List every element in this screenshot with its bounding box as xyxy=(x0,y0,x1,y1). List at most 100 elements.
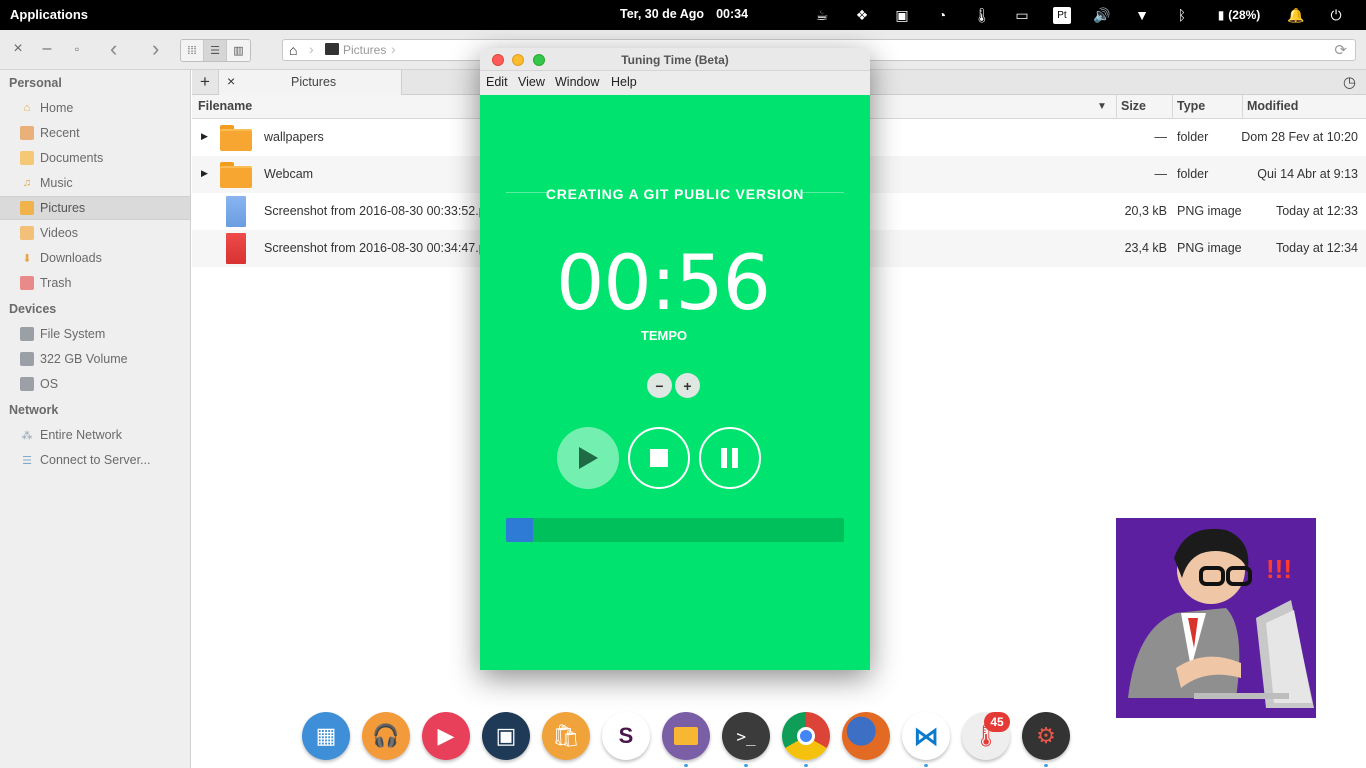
list-view-button[interactable]: ☰ xyxy=(204,40,227,61)
dock-item-music[interactable]: 🎧 xyxy=(356,706,416,768)
dock: ▦ 🎧 ▶ ▣ 🛍 S >_ ⋈ 🌡 45 ⚙ xyxy=(296,706,1076,768)
sidebar-item-file-system[interactable]: File System xyxy=(0,322,190,346)
keyboard-layout-indicator[interactable]: Pt xyxy=(1042,0,1082,30)
menu-help[interactable]: Help xyxy=(611,75,637,89)
sidebar-item-music[interactable]: ♫ Music xyxy=(0,171,190,195)
dock-item-files[interactable] xyxy=(656,706,716,768)
dock-item-videos[interactable]: ▶ xyxy=(416,706,476,768)
sidebar-item-connect-server[interactable]: ☰ Connect to Server... xyxy=(0,448,190,472)
home-icon: ⌂ xyxy=(23,102,31,114)
file-size: — xyxy=(1154,167,1168,181)
dock-item-vscode[interactable]: ⋈ xyxy=(896,706,956,768)
sidebar-heading-devices: Devices xyxy=(9,302,57,316)
folder-icon xyxy=(220,125,252,151)
expand-arrow-icon[interactable]: ▶ xyxy=(201,131,208,142)
menu-window[interactable]: Window xyxy=(555,75,599,89)
firefox-icon xyxy=(842,712,890,760)
notifications-icon[interactable]: 🔔 xyxy=(1276,0,1316,30)
thermometer-icon[interactable]: 🌡 xyxy=(962,0,1002,30)
svg-text:!!!: !!! xyxy=(1266,554,1292,584)
cpu-icon[interactable]: ▣ xyxy=(882,0,922,30)
expand-arrow-icon[interactable]: ▶ xyxy=(201,168,208,179)
wifi-icon[interactable]: ▼ xyxy=(1122,0,1162,30)
power-icon[interactable]: ⏻ xyxy=(1316,0,1356,30)
dock-item-app-center[interactable]: 🛍 xyxy=(536,706,596,768)
desktop-sticker-image: !!! xyxy=(1116,518,1316,718)
sidebar-item-entire-network[interactable]: ⁂ Entire Network xyxy=(0,423,190,447)
path-separator: › xyxy=(391,41,396,57)
decrease-time-button[interactable]: − xyxy=(647,373,672,398)
drive-icon xyxy=(20,352,34,366)
dock-item-firefox[interactable] xyxy=(836,706,896,768)
coffee-icon[interactable]: ☕ xyxy=(802,0,842,30)
wifi-hotspot-icon[interactable]: ◔ xyxy=(922,0,962,30)
dock-item-multitasking[interactable]: ▦ xyxy=(296,706,356,768)
forward-button[interactable]: › xyxy=(152,36,159,62)
sidebar: Personal ⌂ Home Recent Documents ♫ Music P… xyxy=(0,70,191,768)
running-indicator xyxy=(924,764,928,767)
tab-pictures[interactable]: × Pictures xyxy=(218,70,402,95)
sidebar-item-label: Entire Network xyxy=(40,428,122,442)
menu-edit[interactable]: Edit xyxy=(486,75,508,89)
column-view-button[interactable]: ▥ xyxy=(227,40,250,61)
column-divider xyxy=(1242,95,1243,119)
reload-icon[interactable]: ⟳ xyxy=(1334,41,1347,59)
file-modified: Today at 12:33 xyxy=(1275,204,1358,218)
vscode-icon: ⋈ xyxy=(902,712,950,760)
sidebar-item-documents[interactable]: Documents xyxy=(0,146,190,170)
sidebar-item-recent[interactable]: Recent xyxy=(0,121,190,145)
sidebar-item-label: Recent xyxy=(40,126,80,140)
play-button[interactable] xyxy=(557,427,619,489)
applications-menu[interactable]: Applications xyxy=(10,7,88,22)
task-name[interactable]: CREATING A GIT PUBLIC VERSION xyxy=(480,186,870,202)
server-icon: ☰ xyxy=(22,454,32,467)
dock-item-settings[interactable]: ⚙ xyxy=(1016,706,1076,768)
home-icon[interactable]: ⌂ xyxy=(289,42,297,58)
dock-item-system-monitor[interactable]: 🌡 45 xyxy=(956,706,1016,768)
sidebar-item-pictures[interactable]: Pictures xyxy=(0,196,190,220)
history-icon[interactable]: ◷ xyxy=(1343,73,1356,91)
sidebar-item-home[interactable]: ⌂ Home xyxy=(0,96,190,120)
sidebar-item-volume[interactable]: 322 GB Volume xyxy=(0,347,190,371)
sidebar-item-downloads[interactable]: ⬇ Downloads xyxy=(0,246,190,270)
sidebar-item-videos[interactable]: Videos xyxy=(0,221,190,245)
sort-descending-icon[interactable]: ▼ xyxy=(1097,101,1107,112)
close-window-icon[interactable]: × xyxy=(8,40,28,58)
column-divider xyxy=(1116,95,1117,119)
multitasking-icon: ▦ xyxy=(302,712,350,760)
maximize-window-icon[interactable]: ▫ xyxy=(67,42,87,56)
back-button[interactable]: ‹ xyxy=(110,36,117,62)
bluetooth-icon[interactable]: ᛒ xyxy=(1162,0,1202,30)
sidebar-item-os[interactable]: OS xyxy=(0,372,190,396)
file-size: 20,3 kB xyxy=(1124,204,1167,218)
dock-item-photos[interactable]: ▣ xyxy=(476,706,536,768)
pause-button[interactable] xyxy=(699,427,761,489)
minimize-window-icon[interactable]: – xyxy=(37,40,57,58)
dropbox-icon[interactable]: ❖ xyxy=(842,0,882,30)
close-tab-icon[interactable]: × xyxy=(227,73,235,89)
clock[interactable]: Ter, 30 de Ago 00:34 xyxy=(620,7,760,21)
dock-item-terminal[interactable]: >_ xyxy=(716,706,776,768)
screenshot-icon[interactable]: ▭ xyxy=(1002,0,1042,30)
column-type[interactable]: Type xyxy=(1177,99,1205,113)
breadcrumb-current[interactable]: Pictures xyxy=(343,43,386,57)
volume-icon[interactable]: 🔊 xyxy=(1082,0,1122,30)
dock-item-slack[interactable]: S xyxy=(596,706,656,768)
column-size[interactable]: Size xyxy=(1121,99,1146,113)
icon-view-button[interactable]: ⁞⁞⁞ xyxy=(181,40,204,61)
menu-view[interactable]: View xyxy=(518,75,545,89)
tuning-time-titlebar[interactable]: Tuning Time (Beta) xyxy=(480,48,870,71)
drive-icon xyxy=(20,377,34,391)
stop-button[interactable] xyxy=(628,427,690,489)
new-tab-button[interactable]: + xyxy=(200,72,210,92)
file-size: 23,4 kB xyxy=(1124,241,1167,255)
increase-time-button[interactable]: + xyxy=(675,373,700,398)
folder-icon xyxy=(662,712,710,760)
play-icon xyxy=(579,447,598,469)
column-filename[interactable]: Filename xyxy=(198,99,252,113)
battery-indicator[interactable]: ▮ (28%) xyxy=(1202,0,1276,30)
dock-item-chrome[interactable] xyxy=(776,706,836,768)
column-modified[interactable]: Modified xyxy=(1247,99,1298,113)
sidebar-item-trash[interactable]: Trash xyxy=(0,271,190,295)
timer-display: 00:56 xyxy=(555,238,771,327)
